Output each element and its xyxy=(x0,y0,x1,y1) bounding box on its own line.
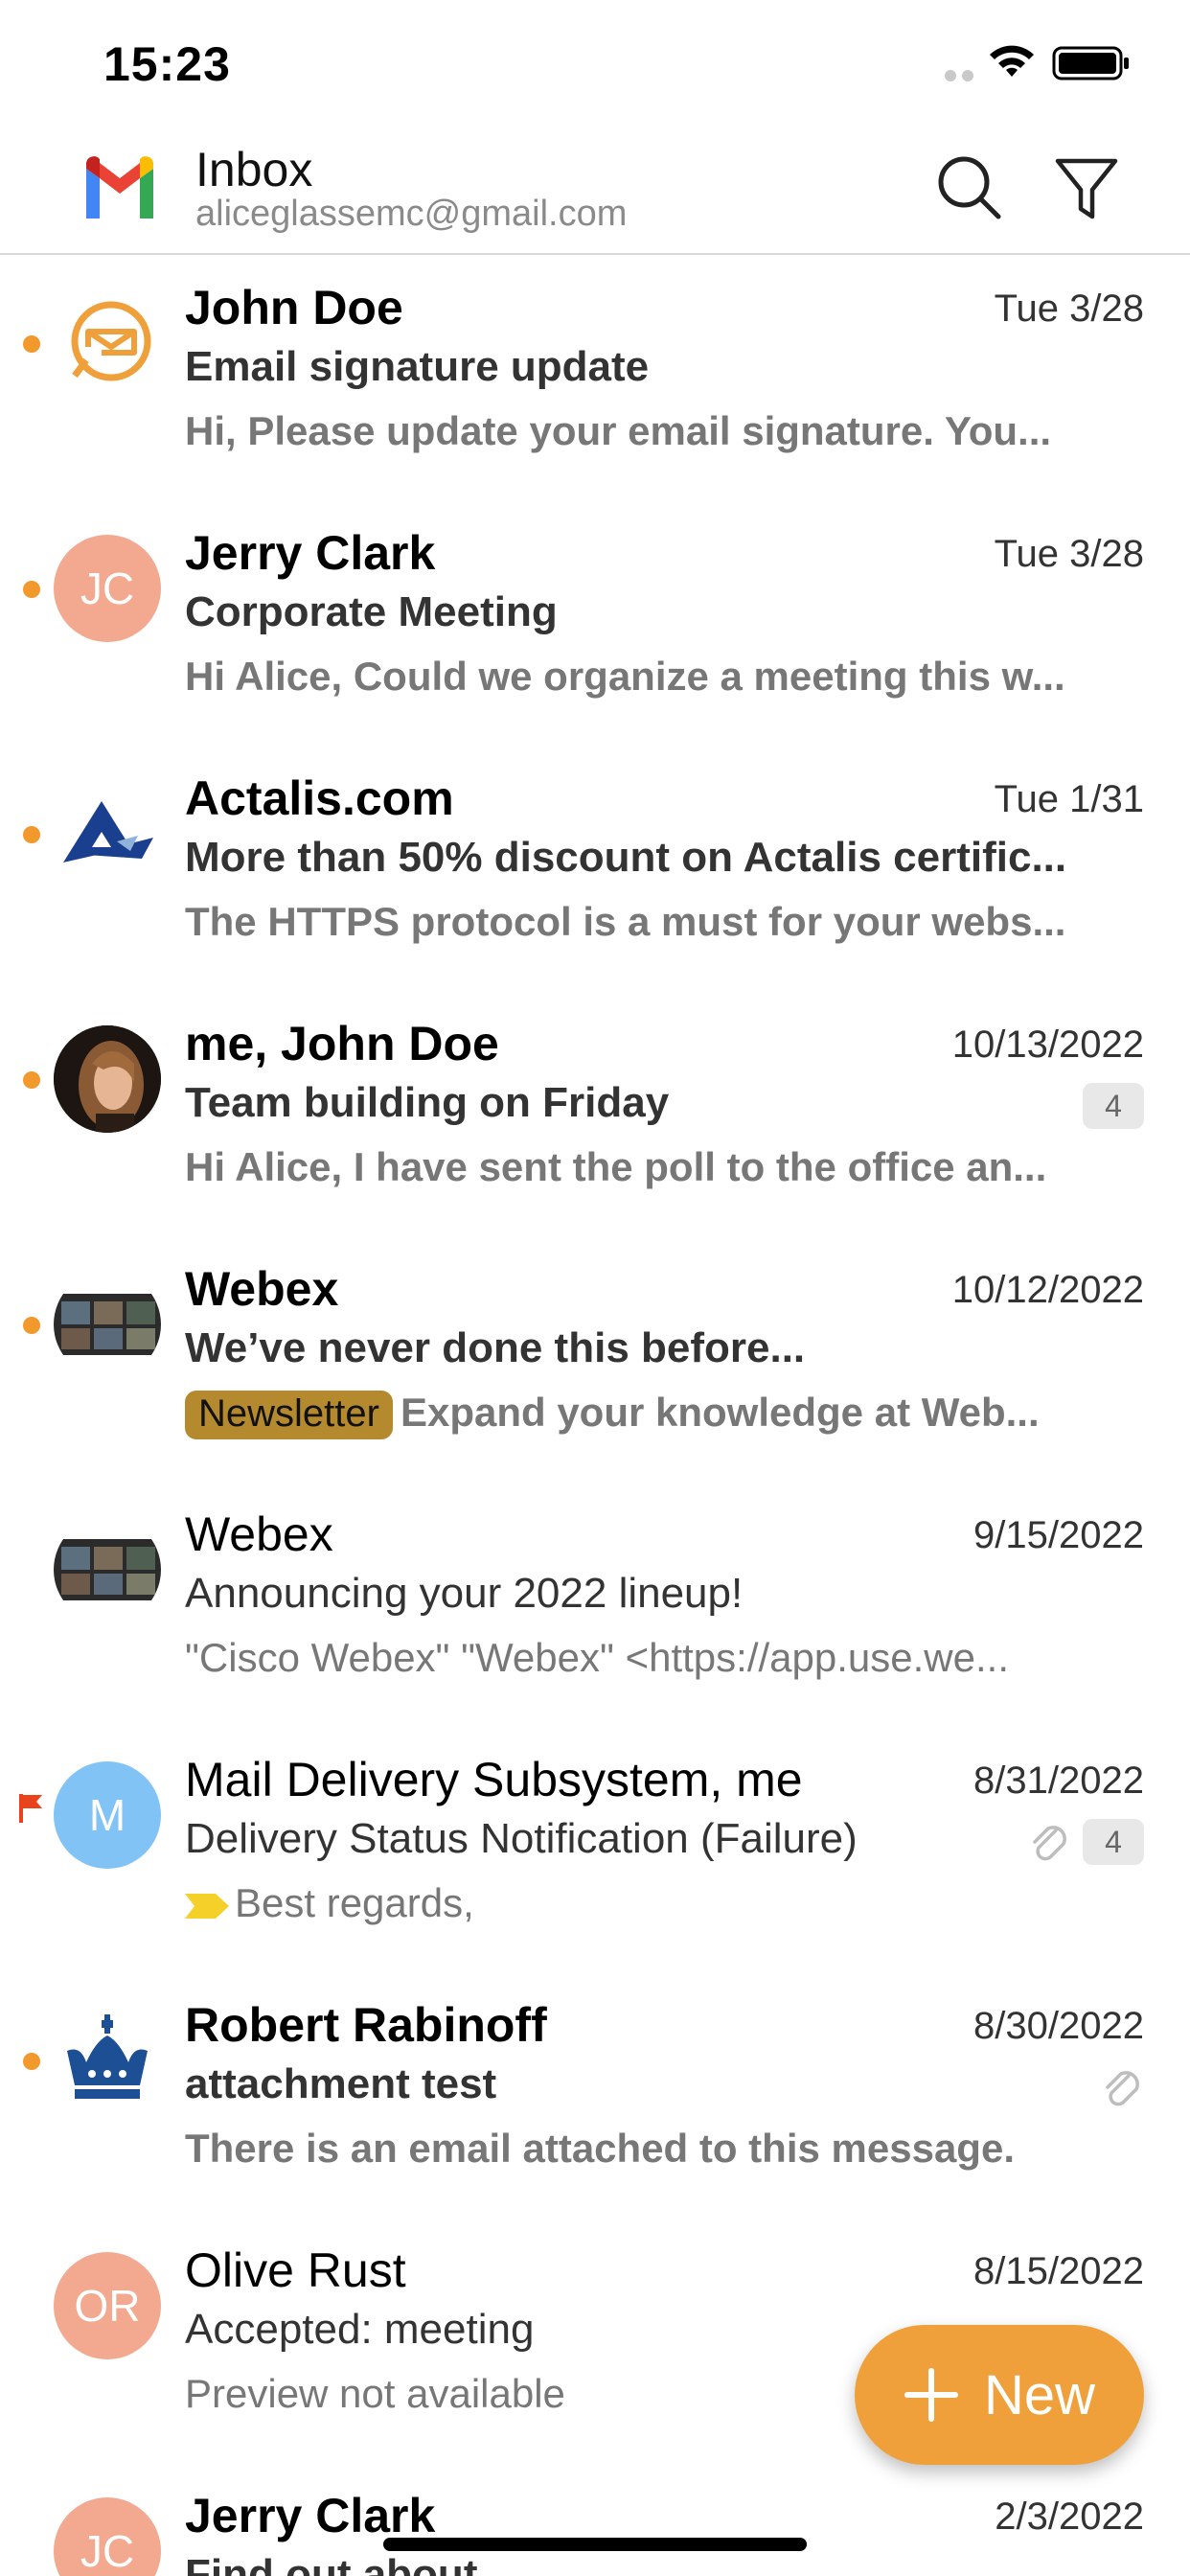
email-subject: More than 50% discount on Actalis certif… xyxy=(185,834,1067,881)
email-date: 10/12/2022 xyxy=(951,1269,1144,1311)
unread-indicator xyxy=(23,826,40,843)
email-row[interactable]: John Doe Tue 3/28 Email signature update… xyxy=(0,255,1190,500)
email-subject: Delivery Status Notification (Failure) xyxy=(185,1815,858,1862)
avatar: OR xyxy=(54,2252,161,2359)
email-row[interactable]: me, John Doe 10/13/2022 Team building on… xyxy=(0,991,1190,1236)
email-sender: me, John Doe xyxy=(185,1017,499,1070)
email-preview: There is an email attached to this messa… xyxy=(185,2126,1015,2171)
email-subject: Email signature update xyxy=(185,343,650,390)
email-subject: Accepted: meeting xyxy=(185,2306,535,2353)
email-sender: Robert Rabinoff xyxy=(185,1998,547,2052)
email-row[interactable]: Robert Rabinoff 8/30/2022 attachment tes… xyxy=(0,1972,1190,2218)
thread-count-badge: 4 xyxy=(1083,1083,1144,1129)
email-preview-text: Best regards, xyxy=(235,1880,474,1925)
email-row[interactable]: Webex 10/12/2022 We’ve never done this b… xyxy=(0,1236,1190,1482)
email-subject: We’ve never done this before... xyxy=(185,1324,806,1371)
email-preview: Hi, Please update your email signature. … xyxy=(185,408,1052,453)
status-bar: 15:23 xyxy=(0,0,1190,125)
email-preview-text: Expand your knowledge at Web... xyxy=(400,1390,1040,1435)
thread-count-badge: 4 xyxy=(1083,1819,1144,1865)
unread-indicator xyxy=(23,1317,40,1334)
cellular-signal-icon xyxy=(945,69,983,81)
avatar xyxy=(54,780,161,887)
person-photo xyxy=(54,1025,161,1133)
flag-icon xyxy=(19,1794,42,1823)
avatar xyxy=(54,1516,161,1623)
crown-logo-icon xyxy=(67,2014,148,2099)
search-button[interactable] xyxy=(931,150,1008,226)
avatar: JC xyxy=(54,535,161,642)
webex-photo xyxy=(54,1294,161,1355)
email-sender: Actalis.com xyxy=(185,771,454,825)
gmail-logo-icon xyxy=(86,156,153,218)
unread-indicator xyxy=(23,2053,40,2070)
email-row[interactable]: JC Jerry Clark Tue 3/28 Corporate Meetin… xyxy=(0,500,1190,746)
avatar xyxy=(54,2007,161,2114)
email-date: 9/15/2022 xyxy=(973,1514,1144,1556)
email-row[interactable]: Webex 9/15/2022 Announcing your 2022 lin… xyxy=(0,1482,1190,1727)
avatar: JC xyxy=(54,2497,161,2576)
avatar xyxy=(54,1025,161,1133)
email-subject: Find out about xyxy=(185,2551,478,2576)
email-date: Tue 3/28 xyxy=(994,288,1144,330)
email-preview: Newsletter Expand your knowledge at Web..… xyxy=(185,1390,1040,1439)
email-subject: attachment test xyxy=(185,2060,497,2107)
actalis-logo-icon xyxy=(63,801,153,862)
unread-indicator xyxy=(23,581,40,598)
email-date: 2/3/2022 xyxy=(995,2496,1144,2538)
attachment-icon xyxy=(1033,1826,1066,1861)
newsletter-tag: Newsletter xyxy=(185,1391,393,1439)
email-preview: Preview not available xyxy=(185,2371,565,2416)
email-subject: Team building on Friday xyxy=(185,1079,670,1126)
email-preview: The HTTPS protocol is a must for your we… xyxy=(185,899,1066,944)
email-sender: Webex xyxy=(185,1262,339,1316)
email-sender: Olive Rust xyxy=(185,2243,406,2297)
email-preview: Hi Alice, I have sent the poll to the of… xyxy=(185,1144,1047,1189)
email-preview: Hi Alice, Could we organize a meeting th… xyxy=(185,654,1065,699)
email-row[interactable]: JC Jerry Clark 2/3/2022 Find out about xyxy=(0,2463,1190,2576)
page-title: Inbox xyxy=(195,143,313,196)
email-preview: "Cisco Webex" "Webex" <https://app.use.w… xyxy=(185,1635,1009,1680)
email-subject: Announcing your 2022 lineup! xyxy=(185,1570,744,1617)
unread-indicator xyxy=(23,1071,40,1089)
email-date: Tue 3/28 xyxy=(994,533,1144,575)
label-tag-icon xyxy=(185,1893,229,1919)
new-email-button[interactable]: New xyxy=(855,2325,1144,2465)
email-sender: John Doe xyxy=(185,281,403,334)
email-sender: Webex xyxy=(185,1507,333,1561)
plus-icon xyxy=(904,2368,958,2422)
account-email: aliceglassemc@gmail.com xyxy=(195,194,628,234)
attachment-icon xyxy=(1106,2071,1139,2106)
envelope-logo-icon xyxy=(71,301,151,381)
email-date: 8/15/2022 xyxy=(973,2250,1144,2292)
avatar xyxy=(54,289,161,397)
email-sender: Jerry Clark xyxy=(185,2489,436,2542)
email-date: Tue 1/31 xyxy=(994,778,1144,820)
avatar xyxy=(54,1271,161,1378)
email-sender: Jerry Clark xyxy=(185,526,436,580)
filter-button[interactable] xyxy=(1048,150,1125,226)
battery-icon xyxy=(1052,46,1129,80)
email-preview: Best regards, xyxy=(185,1880,474,1926)
new-email-label: New xyxy=(983,2363,1096,2426)
wifi-icon xyxy=(990,45,1034,77)
inbox-header: Inbox aliceglassemc@gmail.com xyxy=(0,125,1190,255)
avatar: M xyxy=(54,1761,161,1869)
email-date: 8/31/2022 xyxy=(973,1760,1144,1802)
email-subject: Corporate Meeting xyxy=(185,588,558,635)
email-date: 8/30/2022 xyxy=(973,2005,1144,2047)
email-row[interactable]: M Mail Delivery Subsystem, me 8/31/2022 … xyxy=(0,1727,1190,1972)
unread-indicator xyxy=(23,335,40,353)
status-time: 15:23 xyxy=(103,37,231,91)
email-row[interactable]: Actalis.com Tue 1/31 More than 50% disco… xyxy=(0,746,1190,991)
email-sender: Mail Delivery Subsystem, me xyxy=(185,1753,803,1806)
email-date: 10/13/2022 xyxy=(951,1024,1144,1066)
home-indicator[interactable] xyxy=(383,2538,807,2551)
webex-photo xyxy=(54,1539,161,1600)
